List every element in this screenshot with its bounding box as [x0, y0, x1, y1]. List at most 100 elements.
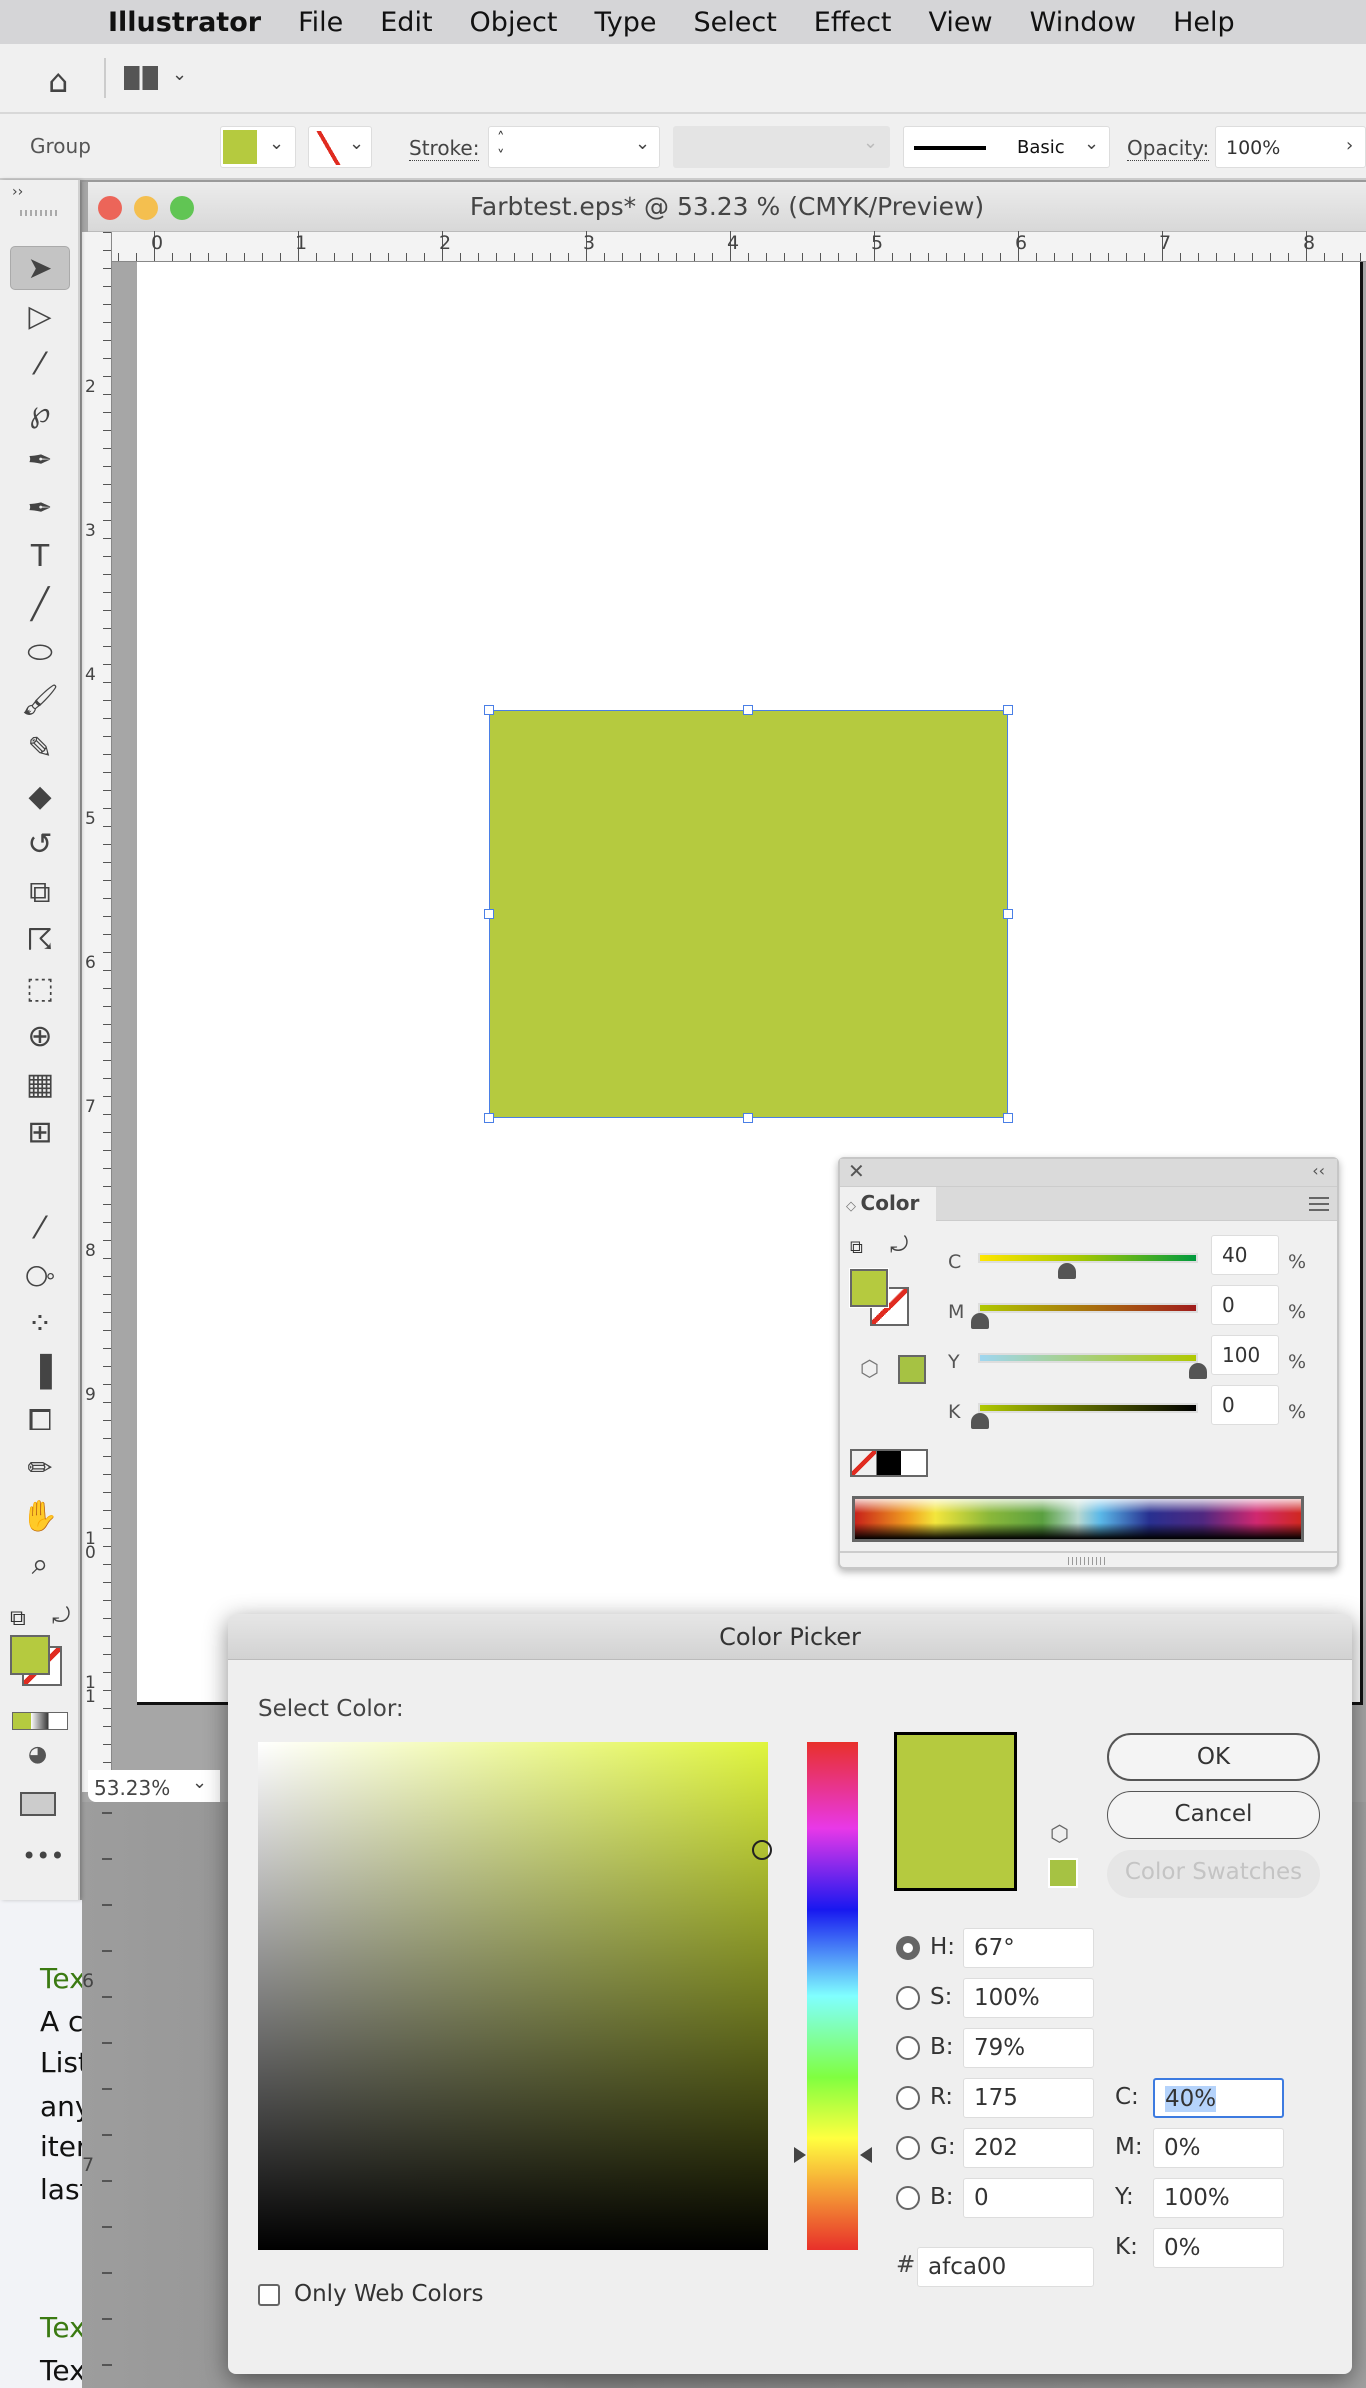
value-field[interactable]: 175 [963, 2078, 1094, 2118]
slider-y[interactable] [978, 1353, 1198, 1363]
radio-5[interactable] [896, 2186, 920, 2210]
column-graph-tool-icon[interactable]: ▐ [10, 1350, 70, 1394]
value-field-c[interactable]: 40 [1211, 1235, 1279, 1275]
radio-4[interactable] [896, 2136, 920, 2160]
color-marker[interactable] [752, 1840, 772, 1860]
value-field[interactable]: 79% [963, 2028, 1094, 2068]
quick-swatches[interactable] [850, 1449, 928, 1477]
lasso-tool-icon[interactable]: ℘ [10, 390, 70, 434]
chevron-down-icon[interactable]: ⌄ [635, 133, 650, 154]
close-icon[interactable]: ✕ [848, 1159, 865, 1183]
slider-m[interactable] [978, 1303, 1198, 1313]
radio-2[interactable] [896, 2036, 920, 2060]
tab-color[interactable]: ◇ Color [840, 1187, 936, 1222]
menu-type[interactable]: Type [594, 7, 656, 38]
symbol-sprayer-tool-icon[interactable]: ⁘ [10, 1302, 70, 1346]
stroke-weight-field[interactable]: ˄ ˅ ⌄ [488, 126, 660, 168]
type-tool-icon[interactable]: T [10, 534, 70, 578]
menu-select[interactable]: Select [694, 7, 777, 38]
resize-handle[interactable] [484, 909, 494, 919]
value-field[interactable]: 202 [963, 2128, 1094, 2168]
magic-wand-tool-icon[interactable]: ⁄ [10, 342, 70, 386]
selected-rectangle[interactable] [484, 705, 1013, 1123]
vertical-ruler[interactable]: 2 3 4 5 6 7 8 9 1 0 1 1 [82, 232, 112, 1792]
line-segment-tool-icon[interactable]: ╱ [10, 582, 70, 626]
value-field-m[interactable]: 0 [1211, 1285, 1279, 1325]
resize-handle[interactable] [743, 705, 753, 715]
menu-edit[interactable]: Edit [380, 7, 432, 38]
color-mode-buttons[interactable] [12, 1712, 68, 1730]
mesh-tool-icon[interactable]: ⊞ [10, 1110, 70, 1154]
slice-tool-icon[interactable]: ✏ [10, 1446, 70, 1490]
menu-effect[interactable]: Effect [814, 7, 892, 38]
radio-1[interactable] [896, 1986, 920, 2010]
value-field-y[interactable]: 100 [1211, 1335, 1279, 1375]
stroke-label[interactable]: Stroke: [409, 136, 480, 161]
menu-help[interactable]: Help [1173, 7, 1235, 38]
hue-marker-left[interactable] [794, 2147, 806, 2164]
value-field[interactable]: 0% [1153, 2228, 1284, 2268]
stroke-dropdown[interactable]: ⌄ [308, 126, 372, 168]
value-field-k[interactable]: 0 [1211, 1385, 1279, 1425]
puppet-warp-tool-icon[interactable]: ☈ [10, 918, 70, 962]
stepper-icon[interactable]: ˄ ˅ [497, 129, 505, 165]
resize-grip[interactable] [1068, 1557, 1108, 1565]
gradient-tool-icon[interactable]: ▮ [10, 1158, 70, 1202]
resize-handle[interactable] [1003, 705, 1013, 715]
ellipse-tool-icon[interactable]: ⬭ [10, 630, 70, 674]
opacity-label[interactable]: Opacity: [1127, 136, 1210, 161]
fill-swatch[interactable] [10, 1635, 50, 1675]
value-field[interactable]: 40% [1153, 2078, 1284, 2118]
more-tools-icon[interactable]: ••• [22, 1842, 64, 1870]
eraser-tool-icon[interactable]: ◆ [10, 774, 70, 818]
fill-swatch[interactable] [849, 1268, 889, 1308]
gamut-swatch[interactable] [1048, 1858, 1078, 1888]
gamut-swatch[interactable] [898, 1355, 926, 1384]
value-field[interactable]: 0 [963, 2178, 1094, 2218]
chevron-down-icon[interactable]: ⌄ [192, 1772, 207, 1793]
slider-c[interactable] [978, 1253, 1198, 1263]
menu-file[interactable]: File [298, 7, 343, 38]
web-colors-checkbox[interactable] [258, 2284, 280, 2306]
artboard-tool-icon[interactable]: ⧠ [10, 1398, 70, 1442]
value-field[interactable]: 67° [963, 1928, 1094, 1968]
zoom-level-field[interactable]: 53.23% ⌄ [88, 1770, 220, 1802]
value-field[interactable]: 100% [963, 1978, 1094, 2018]
resize-handle[interactable] [1003, 1113, 1013, 1123]
radio-0[interactable] [896, 1936, 920, 1960]
chevron-down-icon[interactable]: ⌄ [172, 64, 187, 85]
hex-field[interactable]: afca00 [917, 2247, 1094, 2287]
rotate-tool-icon[interactable]: ↺ [10, 822, 70, 866]
screen-mode-icon[interactable] [20, 1792, 56, 1816]
cancel-button[interactable]: Cancel [1107, 1791, 1320, 1839]
saturation-brightness-field[interactable] [258, 1742, 772, 2250]
slider-thumb[interactable] [1058, 1263, 1077, 1279]
default-colors-icon[interactable]: ⧉ [850, 1237, 863, 1258]
none-swatch[interactable] [852, 1451, 876, 1475]
curvature-tool-icon[interactable]: ✒ [10, 486, 70, 530]
eyedropper-tool-icon[interactable]: ⁄ [10, 1206, 70, 1250]
home-icon[interactable]: ⌂ [48, 62, 68, 100]
swap-colors-icon[interactable]: ⤾ [890, 1233, 908, 1258]
slider-thumb[interactable] [971, 1413, 989, 1429]
free-transform-tool-icon[interactable]: ⬚ [10, 966, 70, 1010]
panel-grip[interactable] [20, 210, 60, 216]
expand-panel-icon[interactable]: ›› [12, 184, 23, 200]
hue-slider[interactable] [807, 1742, 858, 2250]
shape-builder-tool-icon[interactable]: ⊕ [10, 1014, 70, 1058]
opacity-field[interactable]: 100% › [1215, 126, 1366, 168]
slider-thumb[interactable] [1189, 1363, 1207, 1379]
value-field[interactable]: 0% [1153, 2128, 1284, 2168]
resize-handle[interactable] [1003, 909, 1013, 919]
menu-view[interactable]: View [929, 7, 993, 38]
menu-window[interactable]: Window [1030, 7, 1136, 38]
menu-object[interactable]: Object [470, 7, 558, 38]
blend-tool-icon[interactable]: ⧂ [10, 1254, 70, 1298]
horizontal-ruler[interactable]: 0 1 2 3 4 5 6 7 8 [82, 231, 1366, 262]
radio-3[interactable] [896, 2086, 920, 2110]
perspective-grid-tool-icon[interactable]: ▦ [10, 1062, 70, 1106]
hand-tool-icon[interactable]: ✋ [10, 1494, 70, 1538]
default-colors-icon[interactable]: ⧉ [10, 1606, 26, 1631]
zoom-tool-icon[interactable]: ⌕ [10, 1542, 70, 1586]
variable-width-dropdown[interactable]: ⌄ [673, 126, 890, 168]
